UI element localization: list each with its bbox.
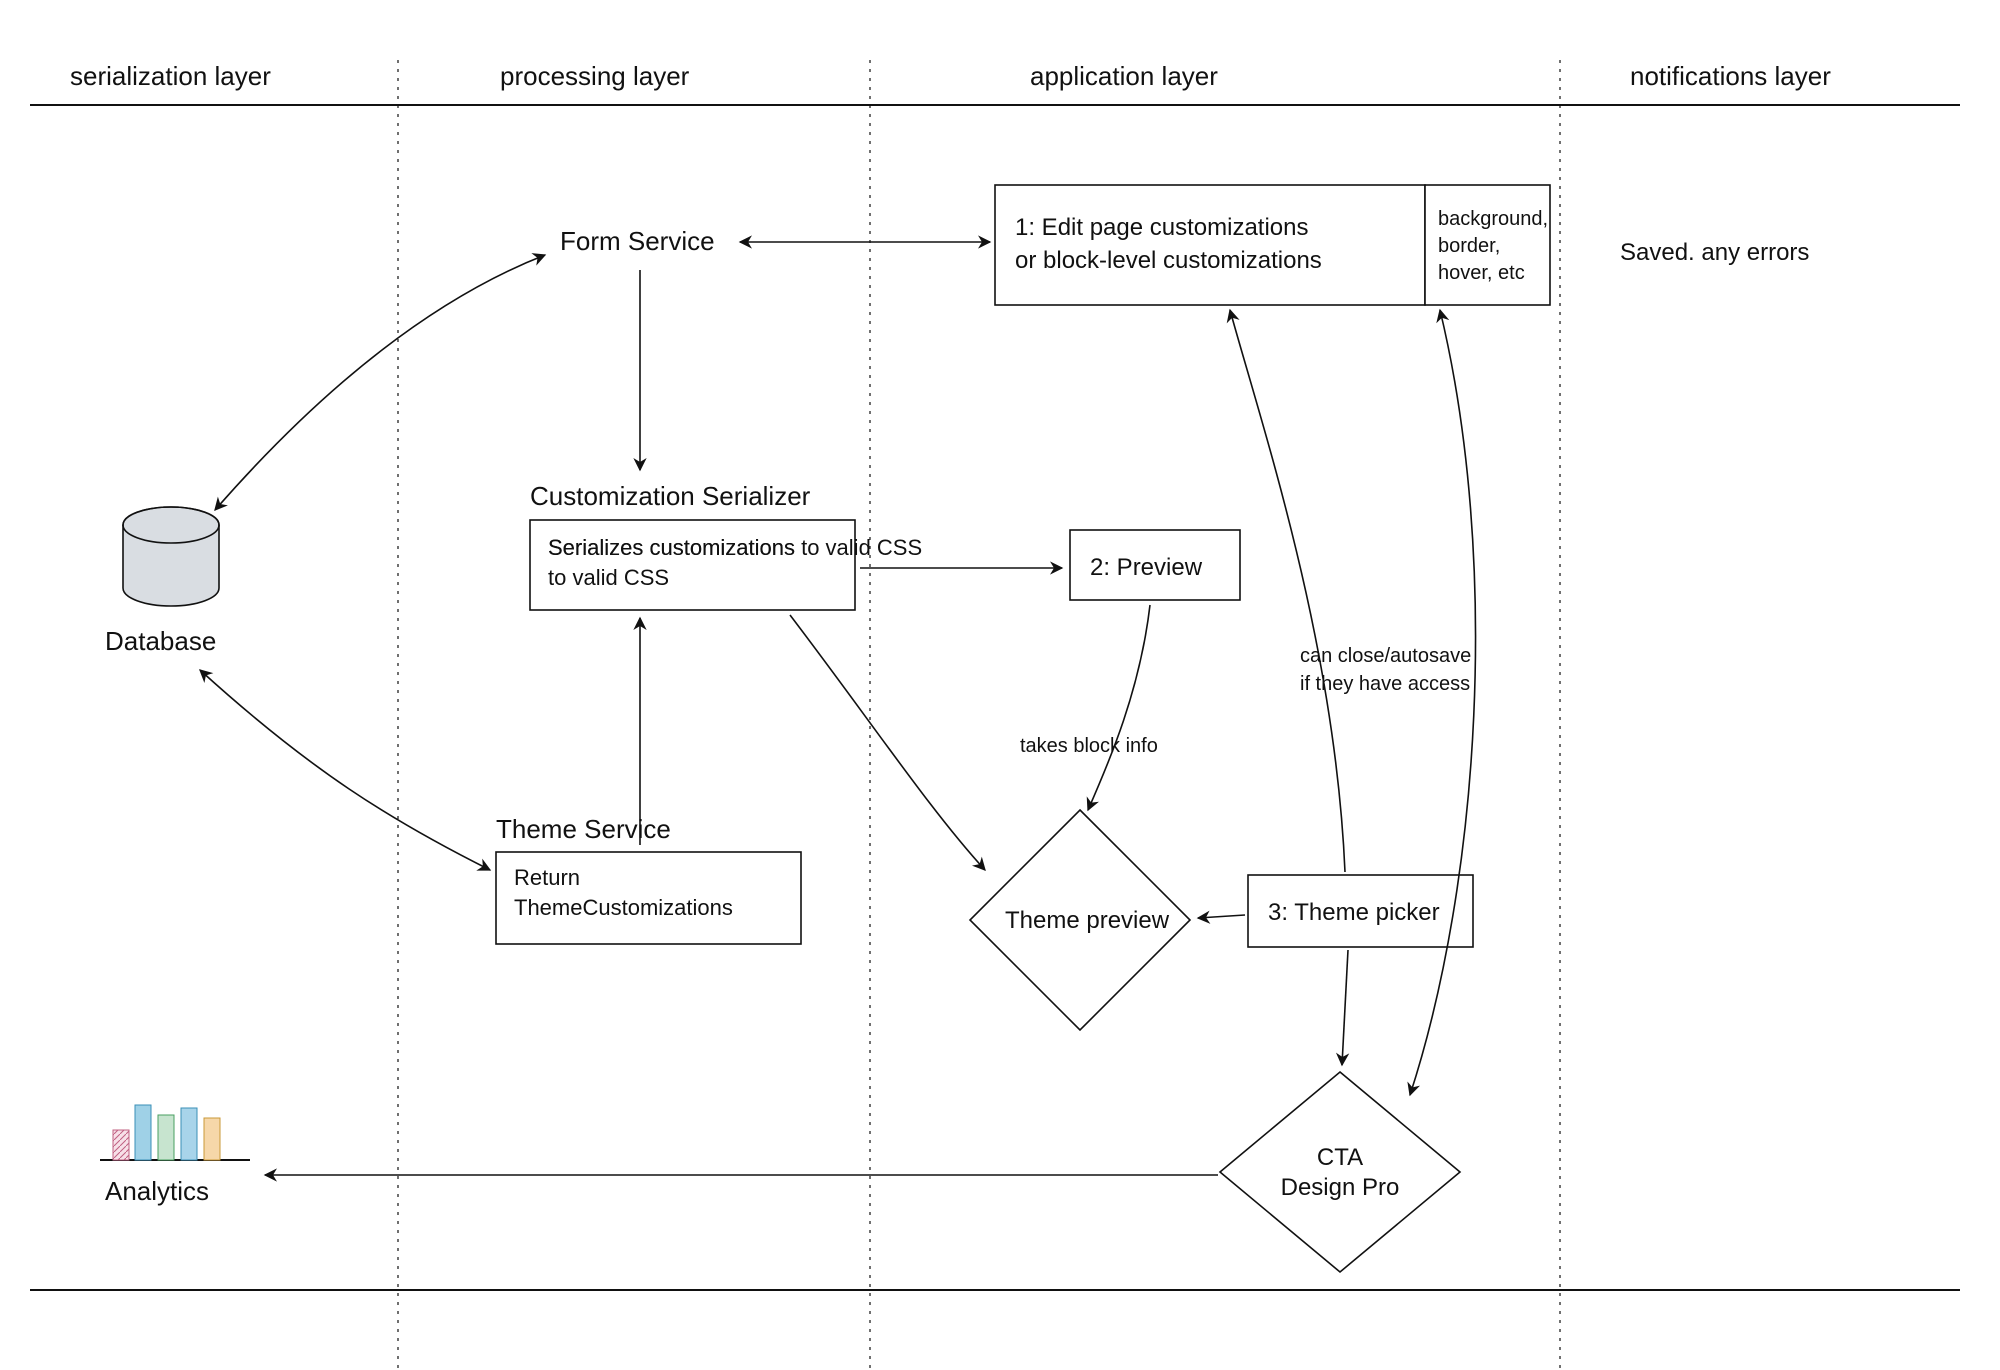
arrow-database-themeservice [200,670,490,870]
edit-customizations-side3: hover, etc [1438,262,1525,284]
annotation-can-close-1: can close/autosave [1300,645,1471,667]
theme-service-body1: Return [514,865,580,890]
form-service-label: Form Service [560,226,715,256]
database-label: Database [105,626,216,656]
lane-label-serialization: serialization layer [70,61,271,91]
annotation-takes-block-info: takes block info [1020,735,1158,757]
analytics-icon [100,1105,250,1160]
lane-label-application: application layer [1030,61,1218,91]
edit-customizations-side1: background, [1438,208,1548,230]
customization-serializer-body-l2: to valid CSS [548,565,669,590]
arrow-themepicker-themepreview [1198,915,1245,918]
edit-customizations-line1: 1: Edit page customizations [1015,214,1309,241]
theme-picker-label: 3: Theme picker [1268,899,1440,926]
cta-diamond [1220,1072,1460,1272]
edit-customizations-line2: or block-level customizations [1015,247,1322,274]
cta-label-2: Design Pro [1281,1174,1400,1201]
notification-text: Saved. any errors [1620,239,1809,266]
edit-customizations-box [995,185,1425,305]
arrow-themepicker-cta [1342,950,1348,1065]
diagram-canvas: serialization layer processing layer app… [0,0,2000,1370]
arrow-preview-themepreview [1088,605,1150,810]
arrow-serializer-themepreview [790,615,985,870]
theme-service-body2: ThemeCustomizations [514,895,733,920]
theme-preview-label: Theme preview [1005,907,1170,934]
analytics-label: Analytics [105,1176,209,1206]
theme-service-title: Theme Service [496,814,671,844]
lane-label-notifications: notifications layer [1630,61,1831,91]
database-icon [123,507,219,606]
arrow-themepicker-edit [1230,310,1345,872]
customization-serializer-body-l1: Serializes customizations [548,535,795,560]
cta-label-1: CTA [1317,1144,1363,1171]
edit-customizations-side2: border, [1438,235,1500,257]
arrow-edit-cta [1410,310,1476,1095]
lane-label-processing: processing layer [500,61,690,91]
customization-serializer-title: Customization Serializer [530,481,811,511]
arrow-database-formservice [215,255,545,510]
preview-label: 2: Preview [1090,554,1203,581]
